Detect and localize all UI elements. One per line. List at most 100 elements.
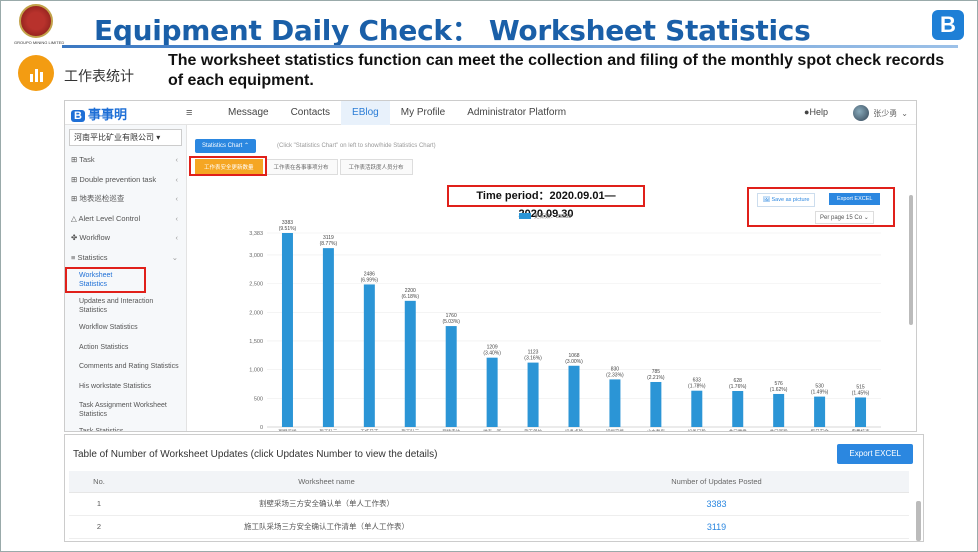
y-tick-label: 2,500 <box>249 282 263 288</box>
bar-percent-label: (2.33%) <box>606 372 624 378</box>
bar[interactable] <box>855 397 867 427</box>
bar[interactable] <box>650 381 662 427</box>
sidebar-item-label: ⊞ Double prevention task <box>71 174 157 184</box>
bar[interactable] <box>322 248 334 427</box>
x-tick-label: 割壁采场 <box>278 428 296 432</box>
section-label: 工作表统计 <box>64 68 134 84</box>
table-header-row: No. Worksheet name Number of Updates Pos… <box>69 471 909 493</box>
user-name: 张少勇 <box>873 108 898 118</box>
x-tick-label: 每日安全 <box>811 428 829 432</box>
top-bar: B 事事明 ≡ Message Contacts EBlog My Profile… <box>65 101 916 125</box>
user-menu[interactable]: 张少勇 ⌄ <box>853 105 908 121</box>
worksheet-name: 割壁采场三方安全确认单（单人工作表） <box>129 492 524 516</box>
y-tick-label: 2,000 <box>249 310 263 316</box>
sidebar-sub-his-workstate[interactable]: His workstate Statistics <box>65 378 186 398</box>
nav-my-profile[interactable]: My Profile <box>390 101 456 125</box>
company-seal-icon <box>19 4 53 38</box>
sidebar-sub-task-statistics[interactable]: Task Statistics <box>65 423 186 431</box>
company-logo-text: GROUPO MINING LIMITED <box>14 40 65 45</box>
bar[interactable] <box>486 357 498 427</box>
chevron-left-icon: ‹ <box>175 174 179 184</box>
x-tick-label: 施工队三 <box>401 428 419 432</box>
bar[interactable] <box>445 326 457 427</box>
sidebar-item-surface-inspection[interactable]: ⊞ 地表巡检巡查 ‹ <box>65 189 186 209</box>
org-select[interactable]: 河南平比矿业有限公司 ▾ <box>69 129 182 146</box>
column-header-no: No. <box>69 471 129 493</box>
menu-icon[interactable]: ≡ <box>186 107 192 119</box>
nav-admin-platform[interactable]: Administrator Platform <box>456 101 577 125</box>
app-brand[interactable]: B 事事明 <box>71 104 127 123</box>
chevron-left-icon: ‹ <box>175 155 179 164</box>
column-header-count: Number of Updates Posted <box>524 471 909 493</box>
bar[interactable] <box>732 390 744 427</box>
slide-title: Equipment Daily Check： Worksheet Statist… <box>94 14 811 47</box>
sidebar-item-workflow[interactable]: ✤ Workflow ‹ <box>65 228 186 248</box>
sidebar-sub-workflow-statistics[interactable]: Workflow Statistics <box>65 319 186 339</box>
sidebar-sub-updates-interaction[interactable]: Updates and Interaction Statistics <box>65 293 186 319</box>
sidebar-item-alert-level[interactable]: △ Alert Level Control ‹ <box>65 209 186 229</box>
x-tick-label: 井口更换 <box>729 428 747 432</box>
table-row: 2 施工队采场三方安全确认工作清单（单人工作表） 3119 <box>69 515 909 539</box>
sidebar-sub-worksheet-statistics[interactable]: Worksheet Statistics <box>65 267 146 293</box>
sidebar-sub-action-statistics[interactable]: Action Statistics <box>65 339 186 359</box>
column-header-name: Worksheet name <box>129 471 524 493</box>
nav-message[interactable]: Message <box>217 101 280 125</box>
sidebar-item-statistics[interactable]: ≡ Statistics ⌄ <box>65 248 186 268</box>
nav-eblog[interactable]: EBlog <box>341 101 390 125</box>
updates-table: No. Worksheet name Number of Updates Pos… <box>69 471 909 539</box>
main-content: Statistics Chart ⌃ (Click "Statistics Ch… <box>189 125 916 432</box>
sidebar-item-double-prevention[interactable]: ⊞ Double prevention task ‹ <box>65 170 186 190</box>
chevron-down-icon: ⌄ <box>901 108 908 118</box>
bar[interactable] <box>773 393 785 427</box>
updates-count-link[interactable]: 3119 <box>524 515 909 539</box>
bar-percent-label: (1.49%) <box>811 390 829 396</box>
bar[interactable] <box>814 396 826 427</box>
y-tick-label: 3,383 <box>249 231 263 237</box>
x-tick-label: 现场走访 <box>442 428 460 432</box>
table-row: 1 割壁采场三方安全确认单（单人工作表） 3383 <box>69 492 909 516</box>
app-logo-icon: B <box>932 10 964 40</box>
scrollbar[interactable] <box>909 195 913 325</box>
bar[interactable] <box>363 284 375 427</box>
updates-table-panel: Table of Number of Worksheet Updates (cl… <box>64 434 924 542</box>
slide-description: The worksheet statistics function can me… <box>168 52 945 89</box>
app-screenshot: B 事事明 ≡ Message Contacts EBlog My Profile… <box>64 100 917 432</box>
updates-count-link[interactable]: 3383 <box>524 492 909 516</box>
bar-percent-label: (3.00%) <box>565 359 583 365</box>
table-export-excel-button[interactable]: Export EXCEL <box>837 444 913 464</box>
bar-percent-label: (2.21%) <box>647 375 665 381</box>
sidebar-sub-task-assignment[interactable]: Task Assignment Worksheet Statistics <box>65 397 186 423</box>
bar-percent-label: (6.18%) <box>402 294 420 300</box>
company-logo: GROUPO MINING LIMITED <box>14 4 65 48</box>
bar-percent-label: (1.76%) <box>729 384 747 390</box>
bar[interactable] <box>404 300 416 427</box>
bar-chart: 05001,0001,5002,0002,5003,0003,3833383(9… <box>249 220 881 432</box>
sidebar-item-task[interactable]: ⊞ Task ‹ <box>65 150 186 170</box>
sidebar-item-label: ≡ Statistics <box>71 252 108 262</box>
bar[interactable] <box>527 362 539 427</box>
y-tick-label: 3,000 <box>249 253 263 259</box>
bar-chart-icon <box>18 55 54 91</box>
row-number: 1 <box>69 492 129 516</box>
sidebar-item-label: ✤ Workflow <box>71 233 111 242</box>
bar[interactable] <box>609 379 621 427</box>
help-link[interactable]: ●Help <box>804 107 828 117</box>
title-divider <box>62 45 958 48</box>
worksheet-name: 施工队采场三方安全确认工作清单（单人工作表） <box>129 515 524 539</box>
bar-percent-label: (1.62%) <box>770 387 788 393</box>
sidebar-sub-comments-rating[interactable]: Comments and Rating Statistics <box>65 358 186 378</box>
table-scrollbar[interactable] <box>916 501 921 541</box>
bar-percent-label: (8.77%) <box>320 241 338 247</box>
x-tick-label: 施工队三 <box>319 428 337 432</box>
y-tick-label: 500 <box>254 396 263 402</box>
row-number: 2 <box>69 515 129 539</box>
bar[interactable] <box>691 390 703 427</box>
nav-contacts[interactable]: Contacts <box>280 101 341 125</box>
chevron-down-icon: ⌄ <box>171 252 178 262</box>
bar-percent-label: (6.99%) <box>361 277 379 283</box>
bar[interactable] <box>281 233 293 427</box>
x-tick-label: 工作日志 <box>360 428 378 432</box>
sidebar-item-label: △ Alert Level Control <box>71 213 141 223</box>
bar[interactable] <box>568 365 580 427</box>
bar-percent-label: (3.16%) <box>524 356 542 362</box>
